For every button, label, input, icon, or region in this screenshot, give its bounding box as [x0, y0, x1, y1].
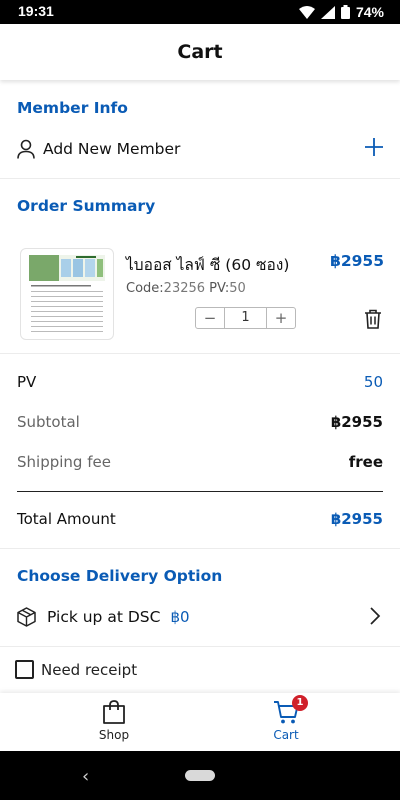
delivery-option-cost: ฿0	[170, 608, 190, 626]
pv-total-label: PV	[17, 373, 37, 391]
total-divider	[17, 491, 383, 492]
divider	[0, 548, 400, 549]
quantity-input[interactable]: 1	[224, 308, 267, 328]
cart-count-badge: 1	[292, 695, 308, 711]
nav-cart-label: Cart	[273, 728, 299, 742]
product-name: ไบออส ไลฟ์ ซี (60 ซอง)	[126, 256, 290, 274]
order-summary-title: Order Summary	[17, 197, 156, 215]
chevron-right-icon[interactable]	[369, 606, 381, 626]
delivery-option-label: Pick up at DSC	[47, 608, 161, 626]
trash-icon[interactable]	[364, 309, 382, 329]
shipping-label: Shipping fee	[17, 453, 111, 471]
product-package-image	[29, 255, 105, 332]
product-pv: 50	[229, 281, 246, 296]
product-meta: Code:23256 PV:50	[126, 281, 246, 296]
battery-icon	[340, 5, 350, 19]
add-member-label: Add New Member	[43, 140, 181, 158]
total-row: Total Amount ฿2955	[17, 510, 383, 528]
status-icons: 74%	[298, 4, 384, 20]
code-label: Code:	[126, 281, 164, 296]
wifi-icon	[298, 5, 315, 19]
total-label: Total Amount	[17, 510, 116, 528]
product-image	[20, 248, 114, 340]
nav-shop[interactable]: Shop	[74, 699, 154, 742]
user-icon	[17, 139, 35, 159]
nav-cart[interactable]: Cart 1	[246, 695, 326, 742]
need-receipt-checkbox[interactable]	[15, 660, 34, 679]
subtotal-label: Subtotal	[17, 413, 80, 431]
divider	[0, 178, 400, 179]
product-code: 23256	[163, 281, 206, 296]
member-info-title: Member Info	[17, 99, 128, 117]
package-icon	[17, 607, 36, 627]
total-value: ฿2955	[330, 510, 383, 528]
delivery-title: Choose Delivery Option	[17, 567, 223, 585]
status-bar: 19:31 74%	[0, 0, 400, 24]
home-pill[interactable]	[185, 770, 215, 781]
shipping-row: Shipping fee free	[17, 453, 383, 471]
pv-label: PV:	[209, 281, 230, 296]
quantity-stepper: − 1 +	[195, 307, 296, 329]
divider	[0, 646, 400, 647]
pv-row: PV 50	[17, 373, 383, 391]
need-receipt-label: Need receipt	[41, 660, 138, 679]
back-icon[interactable]: ‹	[82, 766, 89, 787]
pv-total-value: 50	[363, 373, 383, 391]
app-header: Cart	[0, 24, 400, 80]
decrease-button[interactable]: −	[196, 308, 224, 328]
product-price: ฿2955	[330, 252, 384, 270]
add-member-row[interactable]: Add New Member	[17, 136, 387, 162]
signal-icon	[320, 5, 335, 19]
divider	[0, 353, 400, 354]
subtotal-row: Subtotal ฿2955	[17, 413, 383, 431]
page-title: Cart	[177, 41, 223, 63]
nav-shop-label: Shop	[98, 728, 130, 742]
shipping-value: free	[348, 453, 383, 471]
shopping-bag-icon	[103, 700, 125, 724]
plus-icon[interactable]	[363, 136, 385, 158]
delivery-option-pickup[interactable]: Pick up at DSC ฿0	[17, 604, 383, 630]
status-time: 19:31	[18, 3, 54, 19]
need-receipt-row[interactable]: Need receipt	[15, 660, 137, 679]
system-navigation-bar: ‹	[0, 751, 400, 800]
subtotal-value: ฿2955	[330, 413, 383, 431]
increase-button[interactable]: +	[267, 308, 295, 328]
battery-percent: 74%	[355, 4, 384, 20]
bottom-nav: Shop Cart 1	[0, 693, 400, 751]
